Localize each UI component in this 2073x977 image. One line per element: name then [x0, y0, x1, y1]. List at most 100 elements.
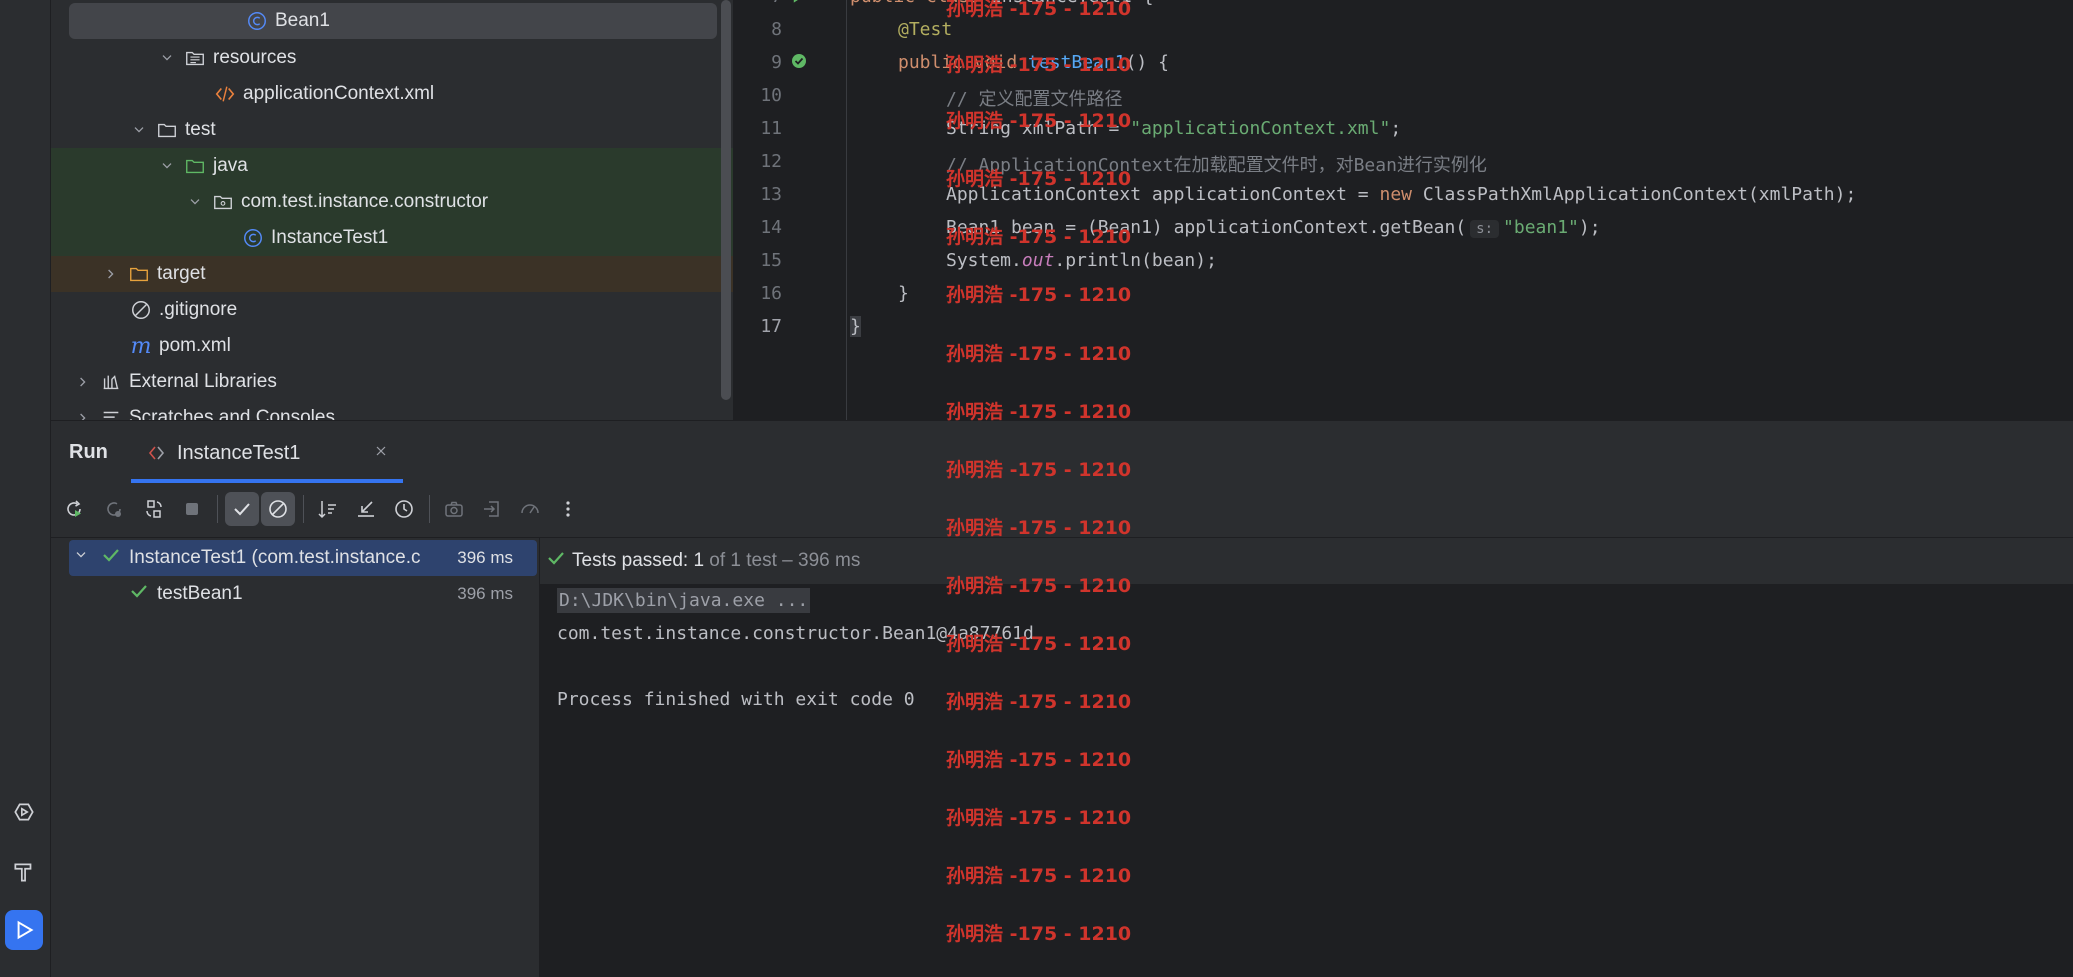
camera-icon[interactable] — [437, 492, 471, 526]
tree-item-label: .gitignore — [159, 299, 238, 320]
watermark-text: 孙明浩 -175 - 1210 — [946, 168, 1132, 190]
chevron-down-icon[interactable] — [157, 48, 177, 68]
test-label: testBean1 — [157, 583, 243, 604]
tree-item-package[interactable]: com.test.instance.constructor — [51, 184, 733, 220]
test-source-folder-icon — [183, 154, 207, 178]
folder-icon — [127, 262, 151, 286]
class-icon — [245, 9, 269, 33]
import-icon[interactable] — [475, 492, 509, 526]
tests-summary-text: of 1 test – 396 ms — [704, 550, 861, 571]
watermark-text: 孙明浩 -175 - 1210 — [946, 691, 1132, 713]
toolbar-separator — [303, 495, 304, 523]
watermark-text: 孙明浩 -175 - 1210 — [946, 54, 1132, 76]
tree-item-label: InstanceTest1 — [271, 227, 389, 248]
chevron-right-icon[interactable] — [73, 372, 93, 392]
watermark-text: 孙明浩 -175 - 1210 — [946, 0, 1132, 20]
tree-item-label: applicationContext.xml — [243, 83, 435, 104]
watermark-text: 孙明浩 -175 - 1210 — [946, 749, 1132, 771]
console-command-line[interactable]: D:\JDK\bin\java.exe ... — [557, 588, 811, 613]
class-icon — [241, 226, 265, 250]
tree-item-target[interactable]: target — [51, 256, 733, 292]
watermark-text: 孙明浩 -175 - 1210 — [946, 459, 1132, 481]
test-passed-gutter-icon[interactable] — [790, 52, 810, 77]
watermark-text: 孙明浩 -175 - 1210 — [946, 401, 1132, 423]
test-duration: 396 ms — [457, 548, 513, 567]
code-editor[interactable]: 7 8 9 10 11 12 13 14 15 16 17 public cla… — [734, 0, 2073, 420]
chevron-right-icon[interactable] — [101, 264, 121, 284]
line-number: 17 — [760, 316, 782, 337]
test-class-icon — [147, 443, 167, 468]
line-number: 9 — [771, 52, 782, 73]
line-number: 12 — [760, 151, 782, 172]
watermark-text: 孙明浩 -175 - 1210 — [946, 865, 1132, 887]
run-tool-icon[interactable] — [5, 910, 43, 950]
code-line-15: System.out.println(bean); — [946, 250, 1217, 271]
check-icon — [546, 548, 566, 574]
rerun-failed-icon[interactable] — [97, 492, 131, 526]
project-scrollbar[interactable] — [721, 0, 731, 400]
watermark-text: 孙明浩 -175 - 1210 — [946, 343, 1132, 365]
console-line: Process finished with exit code 0 — [557, 689, 915, 710]
tab-instance-test1[interactable]: InstanceTest1 — [131, 421, 403, 483]
collapse-all-icon[interactable] — [349, 492, 383, 526]
tree-item-test[interactable]: test — [51, 112, 733, 148]
show-ignored-icon[interactable] — [261, 492, 295, 526]
scratches-icon — [99, 406, 123, 420]
services-icon[interactable] — [5, 792, 43, 832]
history-icon[interactable] — [387, 492, 421, 526]
code-line-17: } — [850, 316, 861, 337]
maven-icon: m — [130, 333, 152, 359]
watermark-text: 孙明浩 -175 - 1210 — [946, 226, 1132, 248]
line-number: 11 — [760, 118, 782, 139]
chevron-down-icon[interactable] — [157, 156, 177, 176]
chevron-down-icon[interactable] — [73, 547, 89, 569]
more-options-icon[interactable] — [551, 492, 585, 526]
watermark-text: 孙明浩 -175 - 1210 — [946, 110, 1132, 132]
chevron-down-icon[interactable] — [129, 120, 149, 140]
watermark-text: 孙明浩 -175 - 1210 — [946, 575, 1132, 597]
run-window-title: Run — [69, 441, 108, 463]
line-number: 13 — [760, 184, 782, 205]
tree-item-resources[interactable]: resources — [51, 40, 733, 76]
toolbar-separator — [429, 495, 430, 523]
indent-guide — [846, 0, 847, 420]
test-row-method[interactable]: testBean1 396 ms — [69, 576, 537, 612]
folder-icon — [155, 118, 179, 142]
sort-icon[interactable] — [311, 492, 345, 526]
package-icon — [211, 190, 235, 214]
line-number: 8 — [771, 19, 782, 40]
close-icon[interactable] — [373, 443, 389, 464]
project-tree-panel: Bean1 resources applicationContext.xml t… — [51, 0, 733, 420]
show-passed-icon[interactable] — [225, 492, 259, 526]
test-label: InstanceTest1 (com.test.instance.c — [129, 547, 421, 568]
left-tool-strip — [0, 0, 51, 977]
tree-item-label: com.test.instance.constructor — [241, 191, 489, 212]
rerun-icon[interactable] — [57, 492, 91, 526]
test-row-class[interactable]: InstanceTest1 (com.test.instance.c 396 m… — [69, 540, 537, 576]
chevron-right-icon[interactable] — [73, 408, 93, 420]
tree-item-instance-test1[interactable]: InstanceTest1 — [51, 220, 733, 256]
build-icon[interactable] — [5, 852, 43, 892]
run-gutter-icon[interactable] — [790, 0, 808, 9]
line-number: 15 — [760, 250, 782, 271]
coverage-icon[interactable] — [513, 492, 547, 526]
tree-item-label: External Libraries — [129, 371, 277, 392]
check-icon — [101, 545, 121, 571]
toggle-auto-test-icon[interactable] — [137, 492, 171, 526]
console-output[interactable]: D:\JDK\bin\java.exe ... com.test.instanc… — [540, 538, 2073, 977]
tree-item-java[interactable]: java — [51, 148, 733, 184]
tree-item-application-context-xml[interactable]: applicationContext.xml — [51, 76, 733, 112]
tree-item-scratches[interactable]: Scratches and Consoles — [51, 400, 733, 420]
stop-icon[interactable] — [175, 492, 209, 526]
tree-item-label: Scratches and Consoles — [129, 407, 335, 420]
watermark-text: 孙明浩 -175 - 1210 — [946, 923, 1132, 945]
tab-label: InstanceTest1 — [177, 442, 301, 464]
tree-item-label: Bean1 — [275, 10, 330, 31]
tree-item-external-libraries[interactable]: External Libraries — [51, 364, 733, 400]
tree-item-label: target — [157, 263, 206, 284]
tree-item-pom-xml[interactable]: m pom.xml — [51, 328, 733, 364]
tree-item-bean1[interactable]: Bean1 — [69, 3, 717, 39]
chevron-down-icon[interactable] — [185, 192, 205, 212]
resources-folder-icon — [183, 46, 207, 70]
tree-item-gitignore[interactable]: .gitignore — [51, 292, 733, 328]
